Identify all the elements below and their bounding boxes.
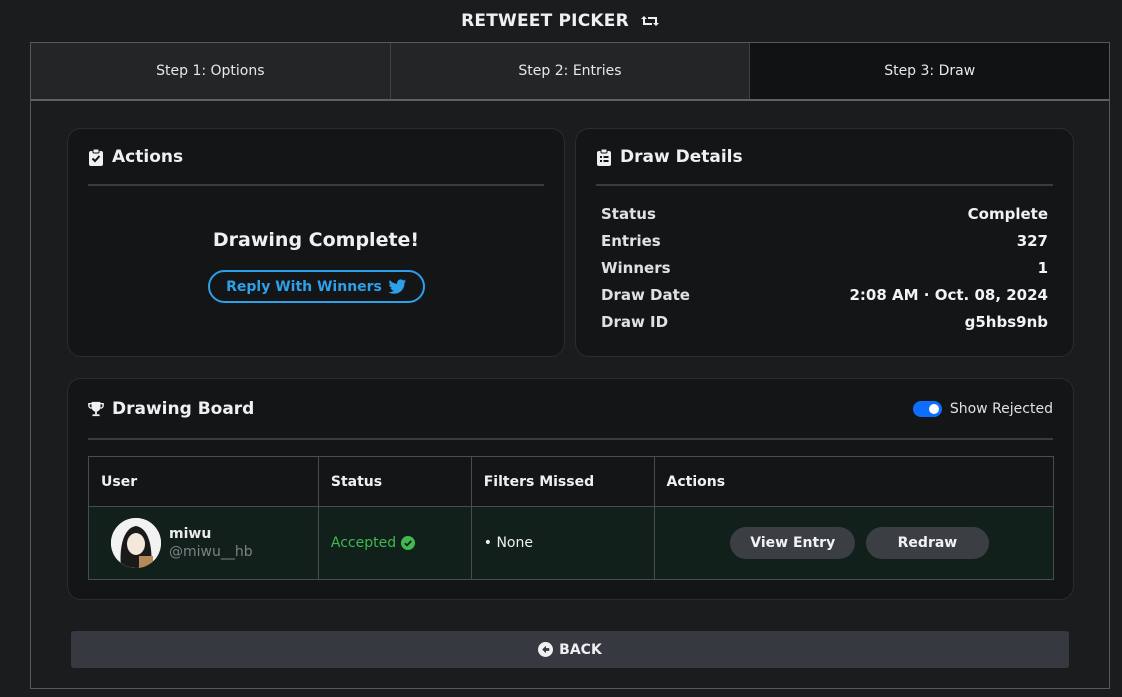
- detail-label: Entries: [601, 232, 661, 250]
- back-label: BACK: [559, 641, 602, 658]
- column-header-user: User: [88, 456, 319, 507]
- filters-missed-cell: • None: [470, 506, 655, 580]
- detail-label: Status: [601, 205, 656, 223]
- column-header-status: Status: [317, 456, 472, 507]
- drawing-board-divider: [88, 438, 1053, 440]
- detail-row-draw-date: Draw Date 2:08 AM · Oct. 08, 2024: [601, 286, 1048, 313]
- clipboard-list-icon: [597, 148, 611, 166]
- check-circle-icon: [401, 536, 416, 550]
- actions-card: Actions Drawing Complete! Reply With Win…: [67, 128, 565, 357]
- view-entry-button[interactable]: View Entry: [730, 527, 856, 559]
- detail-row-status: Status Complete: [601, 205, 1048, 232]
- detail-row-draw-id: Draw ID g5hbs9nb: [601, 313, 1048, 340]
- back-button[interactable]: BACK: [71, 631, 1069, 668]
- detail-label: Winners: [601, 259, 671, 277]
- detail-row-entries: Entries 327: [601, 232, 1048, 259]
- detail-row-winners: Winners 1: [601, 259, 1048, 286]
- show-rejected-label: Show Rejected: [949, 401, 1053, 417]
- status-cell: Accepted: [317, 506, 472, 580]
- detail-label: Draw ID: [601, 313, 669, 331]
- entries-table: User Status Filters Missed Actions miwu …: [88, 456, 1054, 580]
- table-header-row: User Status Filters Missed Actions: [88, 456, 1054, 507]
- actions-divider: [88, 184, 544, 186]
- drawing-status-text: Drawing Complete!: [212, 229, 420, 251]
- detail-value: g5hbs9nb: [964, 313, 1048, 331]
- wizard-frame: Step 1: Options Step 2: Entries Step 3: …: [30, 42, 1110, 689]
- app-header: RETWEET PICKER: [0, 0, 1122, 42]
- show-rejected-control: Show Rejected: [912, 401, 1053, 417]
- draw-details-divider: [596, 184, 1053, 186]
- detail-value: Complete: [967, 205, 1048, 223]
- reply-with-winners-button[interactable]: Reply With Winners: [208, 270, 425, 303]
- app-title: RETWEET PICKER: [461, 11, 629, 31]
- retweet-icon: [640, 16, 659, 26]
- twitter-bird-icon: [388, 278, 407, 294]
- detail-value: 327: [1016, 232, 1048, 250]
- draw-details-card: Draw Details Status Complete Entries 327…: [575, 128, 1074, 357]
- actions-title: Actions: [112, 147, 184, 167]
- detail-value: 1: [1037, 259, 1048, 277]
- column-header-actions: Actions: [653, 456, 1054, 507]
- step-tabs: Step 1: Options Step 2: Entries Step 3: …: [31, 43, 1110, 101]
- status-text: Accepted: [330, 535, 397, 551]
- reply-button-label: Reply With Winners: [226, 278, 382, 295]
- tab-step-2-entries[interactable]: Step 2: Entries: [390, 43, 751, 99]
- draw-details-title: Draw Details: [620, 147, 743, 167]
- trophy-icon: [88, 401, 104, 417]
- user-name[interactable]: miwu: [169, 526, 253, 542]
- column-header-filters-missed: Filters Missed: [470, 456, 655, 507]
- drawing-board-header: Drawing Board: [88, 399, 254, 419]
- tab-step-3-draw[interactable]: Step 3: Draw: [750, 43, 1110, 99]
- user-handle[interactable]: @miwu__hb: [169, 544, 253, 560]
- user-cell: miwu @miwu__hb: [88, 506, 319, 580]
- draw-details-header: Draw Details: [596, 147, 743, 167]
- actions-header: Actions: [88, 147, 183, 167]
- clipboard-check-icon: [89, 148, 103, 166]
- show-rejected-toggle[interactable]: [912, 401, 942, 417]
- arrow-circle-left-icon: [538, 642, 554, 657]
- draw-details-list: Status Complete Entries 327 Winners 1 Dr…: [601, 205, 1048, 340]
- status-badge: Accepted: [331, 535, 471, 551]
- drawing-board-title: Drawing Board: [112, 399, 255, 419]
- detail-value: 2:08 AM · Oct. 08, 2024: [849, 286, 1049, 304]
- drawing-board-card: Drawing Board Show Rejected User Status …: [67, 378, 1074, 600]
- tab-step-1-options[interactable]: Step 1: Options: [31, 43, 391, 99]
- avatar[interactable]: [111, 518, 161, 568]
- actions-cell: View Entry Redraw: [653, 506, 1054, 580]
- detail-label: Draw Date: [601, 286, 690, 304]
- redraw-button[interactable]: Redraw: [865, 527, 990, 559]
- table-row: miwu @miwu__hb Accepted • None View Entr…: [88, 506, 1054, 580]
- user-info: miwu @miwu__hb: [169, 526, 253, 560]
